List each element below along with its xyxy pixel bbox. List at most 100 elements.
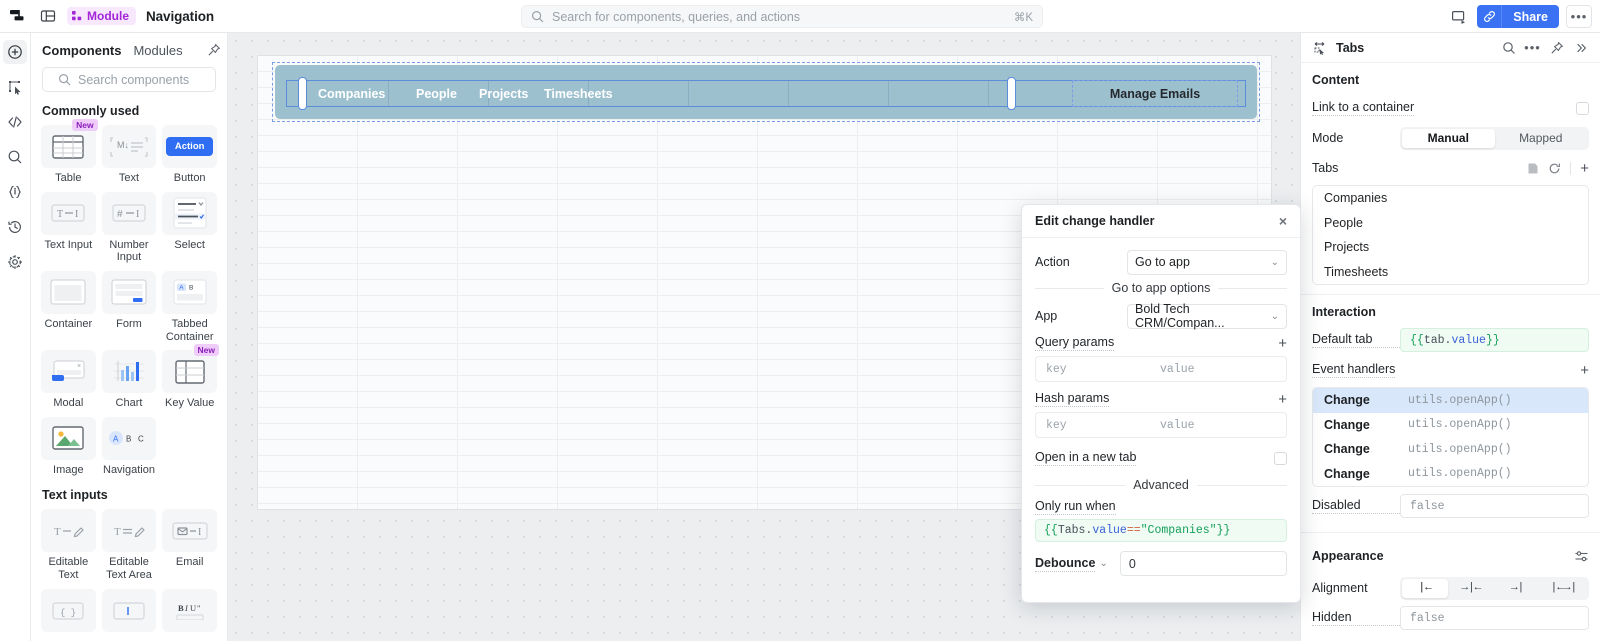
component-item-text[interactable]: M↓ Text (101, 125, 157, 185)
rail-search-button[interactable] (3, 145, 27, 169)
rail-code-button[interactable] (3, 110, 27, 134)
add-tab-button[interactable]: + (1580, 161, 1589, 176)
alignment-option-center[interactable]: →|← (1448, 579, 1494, 598)
component-item-navigation[interactable]: A B C Navigation (101, 416, 157, 477)
action-select[interactable]: Go to app ⌄ (1127, 249, 1287, 275)
section-title-text-inputs: Text inputs (42, 488, 108, 503)
component-item-button[interactable]: Action Button (162, 125, 217, 185)
query-params-kv-row[interactable]: key value (1035, 356, 1287, 382)
hash-params-kv-row[interactable]: key value (1035, 412, 1287, 438)
debounce-input[interactable]: 0 (1119, 551, 1287, 576)
component-item-select[interactable]: Select (162, 191, 217, 264)
event-handler-row[interactable]: Change utils.openApp() (1313, 462, 1588, 487)
pin-icon[interactable] (207, 42, 221, 58)
component-item-partial-1[interactable]: { } (41, 588, 96, 632)
global-search-input[interactable]: Search for components, queries, and acti… (521, 5, 1043, 28)
event-handler-row[interactable]: Change utils.openApp() (1313, 388, 1588, 413)
component-item-container[interactable]: Container (41, 270, 96, 343)
query-param-value-input[interactable]: value (1160, 363, 1195, 376)
canvas-nav-item-projects[interactable]: Projects (479, 80, 528, 107)
rail-history-button[interactable] (3, 215, 27, 239)
event-handler-row[interactable]: Change utils.openApp() (1313, 413, 1588, 438)
component-search-input[interactable]: Search components (42, 67, 216, 92)
tab-components[interactable]: Components (42, 43, 121, 58)
component-item-number-input[interactable]: # I Number Input (101, 191, 157, 264)
more-options-icon[interactable]: ••• (1524, 39, 1541, 56)
component-item-partial-3[interactable]: B I U " (162, 588, 217, 632)
toggle-left-panel-icon[interactable] (33, 0, 63, 33)
default-tab-input[interactable]: {{tab. value}} (1400, 328, 1589, 352)
alignment-option-justify[interactable]: |←→| (1541, 579, 1587, 598)
delete-icon[interactable] (1527, 162, 1539, 175)
resize-handle-left[interactable] (298, 77, 307, 110)
share-button[interactable]: Share (1502, 5, 1559, 28)
component-item-text-input[interactable]: T I Text Input (41, 191, 96, 264)
tab-modules[interactable]: Modules (133, 43, 182, 58)
app-select[interactable]: Bold Tech CRM/Compan... ⌄ (1127, 302, 1287, 330)
add-query-param-button[interactable]: + (1278, 336, 1287, 351)
rail-select-tool-button[interactable] (3, 75, 27, 99)
svg-text:B: B (178, 603, 184, 613)
tabs-list-item[interactable]: People (1313, 211, 1588, 236)
app-logo-icon[interactable] (0, 0, 33, 33)
component-item-table[interactable]: New Table (41, 119, 98, 185)
component-item-partial-2[interactable] (101, 588, 157, 632)
alignment-option-right[interactable]: →| (1495, 579, 1541, 598)
canvas-nav-action-manage-emails[interactable]: Manage Emails (1072, 80, 1238, 107)
collapse-panel-icon[interactable] (1572, 39, 1589, 56)
code-open-brace: {{ (1044, 524, 1058, 537)
more-options-button[interactable]: ••• (1566, 5, 1592, 28)
only-run-when-input[interactable]: {{Tabs. value == "Companies"}} (1035, 519, 1287, 542)
tabs-list-item[interactable]: Companies (1313, 186, 1588, 211)
chevron-down-icon[interactable]: ⌄ (1099, 558, 1107, 569)
component-tile: A B C (101, 416, 157, 460)
module-badge[interactable]: Module (67, 7, 136, 25)
component-tile: # I (101, 191, 157, 235)
query-param-key-input[interactable]: key (1036, 363, 1160, 376)
global-search-placeholder: Search for components, queries, and acti… (552, 9, 801, 24)
hash-param-value-input[interactable]: value (1160, 419, 1195, 432)
close-icon[interactable]: × (1279, 213, 1287, 229)
component-item-editable-text[interactable]: T Editable Text (41, 509, 96, 581)
pin-icon[interactable] (1548, 39, 1565, 56)
add-event-handler-button[interactable]: + (1580, 363, 1589, 378)
component-item-form[interactable]: Form (101, 270, 157, 343)
rail-settings-button[interactable] (3, 250, 27, 274)
canvas-nav-item-timesheets[interactable]: Timesheets (544, 80, 613, 107)
preview-icon[interactable] (1448, 5, 1470, 28)
disabled-input[interactable]: false (1400, 494, 1589, 518)
tabs-row-actions: + (1527, 161, 1589, 176)
event-handler-row[interactable]: Change utils.openApp() (1313, 437, 1588, 462)
modal-icon: × (48, 358, 88, 386)
canvas-nav-item-companies[interactable]: Companies (318, 80, 385, 107)
component-item-image[interactable]: Image (41, 416, 96, 477)
search-icon[interactable] (1500, 39, 1517, 56)
rail-state-button[interactable] (3, 180, 27, 204)
resize-handle-right[interactable] (1007, 77, 1016, 110)
component-item-email[interactable]: I Email (162, 509, 217, 581)
debounce-label: Debounce (1035, 555, 1096, 572)
open-new-tab-checkbox[interactable] (1274, 451, 1287, 465)
component-item-chart[interactable]: Chart (101, 350, 157, 410)
reset-icon[interactable] (1548, 162, 1561, 175)
alignment-option-left[interactable]: |← (1402, 578, 1449, 598)
hidden-input[interactable]: false (1400, 606, 1589, 630)
tabs-list-item[interactable]: Timesheets (1313, 260, 1588, 285)
add-hash-param-button[interactable]: + (1278, 392, 1287, 407)
component-item-tabbed-container[interactable]: A B Tabbed Container (162, 270, 217, 343)
canvas-nav-item-people[interactable]: People (416, 80, 457, 107)
component-item-modal[interactable]: × Modal (41, 350, 96, 410)
mode-option-mapped[interactable]: Mapped (1495, 129, 1588, 148)
appearance-settings-icon[interactable] (1574, 549, 1589, 564)
component-tile: A B (162, 270, 217, 314)
rail-add-component-button[interactable] (3, 40, 27, 64)
navigation-component[interactable]: Companies People Projects Timesheets Man… (275, 65, 1257, 119)
tabs-list-item[interactable]: Projects (1313, 235, 1588, 260)
link-container-checkbox[interactable] (1576, 101, 1589, 115)
component-label: Email (175, 556, 204, 569)
copy-link-button[interactable] (1477, 5, 1503, 28)
component-item-key-value[interactable]: New Key Value (162, 344, 219, 410)
hash-param-key-input[interactable]: key (1036, 419, 1160, 432)
component-item-editable-text-area[interactable]: T Editable Text Area (101, 509, 157, 581)
mode-option-manual[interactable]: Manual (1402, 128, 1495, 148)
